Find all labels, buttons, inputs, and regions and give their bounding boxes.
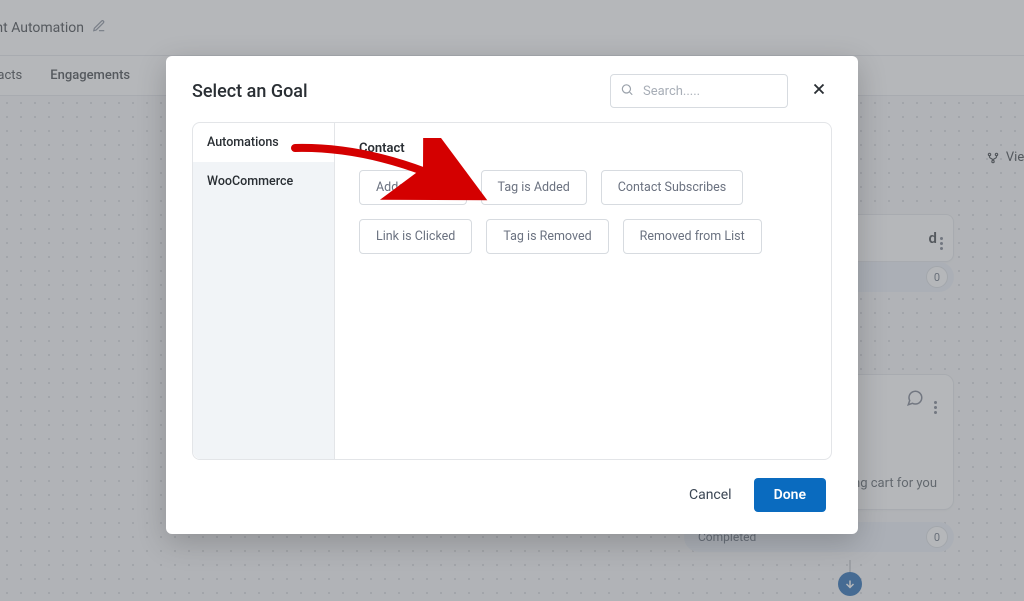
search-wrap (610, 74, 788, 108)
option-removed-from-list[interactable]: Removed from List (623, 219, 762, 254)
sidebar-item-label: WooCommerce (207, 174, 293, 189)
modal-body: Automations WooCommerce Contact Added to… (192, 122, 832, 460)
modal-footer: Cancel Done (166, 460, 858, 534)
search-icon (620, 82, 634, 101)
option-tag-is-removed[interactable]: Tag is Removed (486, 219, 608, 254)
close-icon (810, 87, 828, 102)
option-tag-is-added[interactable]: Tag is Added (481, 170, 587, 205)
group-title: Contact (359, 141, 811, 156)
select-goal-modal: Select an Goal Automations WooCommerce (166, 56, 858, 534)
modal-content: Contact Added to List Tag is Added Conta… (335, 123, 831, 459)
modal-sidebar: Automations WooCommerce (193, 123, 335, 459)
option-link-is-clicked[interactable]: Link is Clicked (359, 219, 472, 254)
options-group: Added to List Tag is Added Contact Subsc… (359, 170, 811, 254)
option-added-to-list[interactable]: Added to List (359, 170, 467, 205)
sidebar-item-woocommerce[interactable]: WooCommerce (193, 162, 334, 201)
close-button[interactable] (806, 76, 832, 106)
modal-header: Select an Goal (166, 56, 858, 122)
sidebar-item-automations[interactable]: Automations (193, 123, 334, 162)
sidebar-item-label: Automations (207, 135, 279, 150)
search-input[interactable] (610, 74, 788, 108)
modal-title: Select an Goal (192, 81, 308, 102)
option-contact-subscribes[interactable]: Contact Subscribes (601, 170, 744, 205)
cancel-button[interactable]: Cancel (689, 487, 732, 503)
done-button[interactable]: Done (754, 478, 826, 512)
